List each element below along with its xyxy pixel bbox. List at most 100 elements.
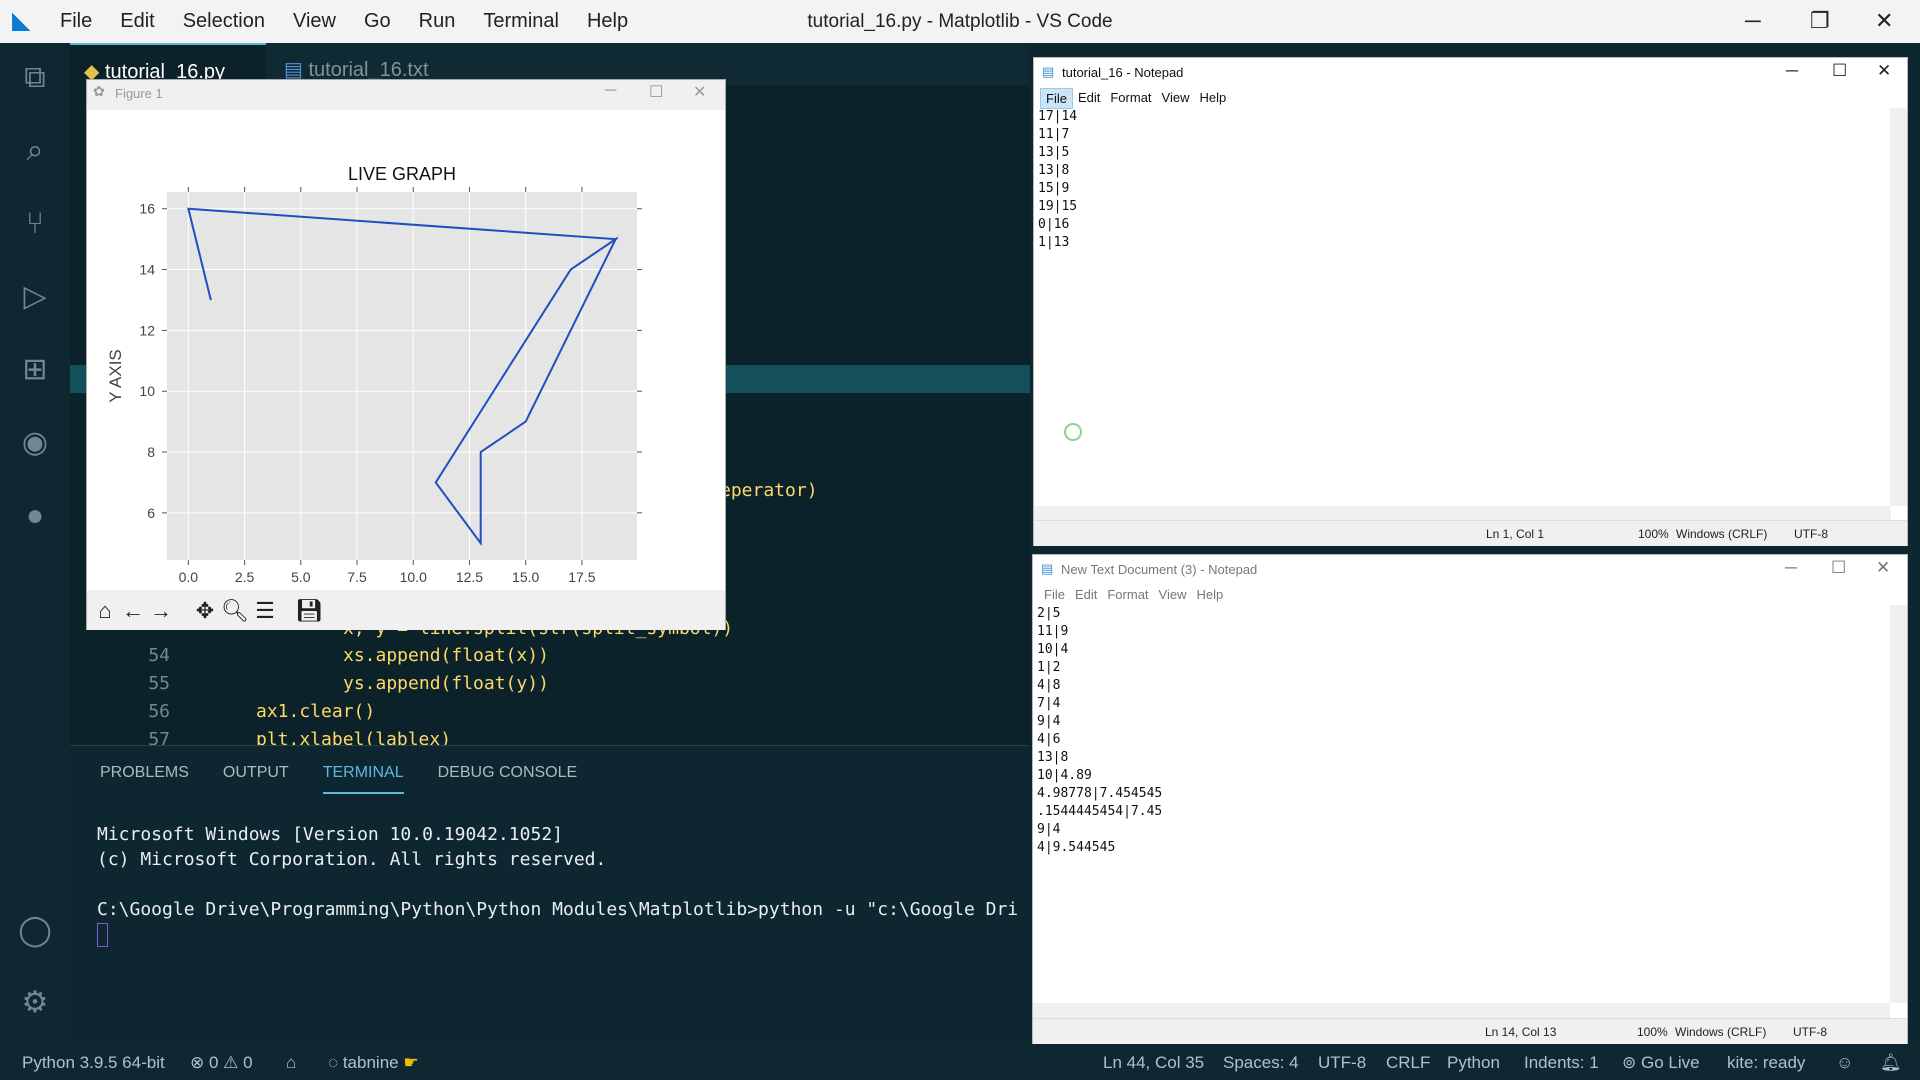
terminal-output[interactable]: Microsoft Windows [Version 10.0.19042.10… xyxy=(97,822,1018,947)
extensions-icon[interactable]: ⊞ xyxy=(17,352,53,388)
home-icon[interactable]: ⌂ xyxy=(286,1053,296,1073)
text-line: 9|4 xyxy=(1037,822,1061,837)
menu-edit[interactable]: Edit xyxy=(1070,585,1102,604)
notepad-title: New Text Document (3) - Notepad xyxy=(1061,562,1258,577)
source-control-icon[interactable]: ⑂ xyxy=(17,206,53,242)
encoding[interactable]: UTF-8 xyxy=(1318,1053,1366,1073)
figure-window: Figure 1 ✿ ─ ☐ ✕ 0.0 2.5 5.0 7.5 10.0 12.5 15.… xyxy=(86,79,726,630)
text-line: 19|15 xyxy=(1038,199,1078,214)
text-line: 13|8 xyxy=(1038,163,1070,178)
home-view-icon[interactable]: ⌂ xyxy=(91,597,119,625)
problems-indicator[interactable]: ⊗ 0 ⚠ 0 xyxy=(190,1053,253,1073)
text-line: 4.98778|7.454545 xyxy=(1037,786,1163,801)
zoom-icon[interactable]: 🔍︎ xyxy=(221,597,249,625)
menu-help[interactable]: Help xyxy=(1191,585,1228,604)
account-icon[interactable]: ◯ xyxy=(17,913,53,949)
text-line: 0|16 xyxy=(1038,217,1070,232)
settings-gear-icon[interactable]: ⚙ xyxy=(17,985,53,1021)
zoom-level: 100% xyxy=(1638,527,1669,541)
terminal-line: Microsoft Windows [Version 10.0.19042.10… xyxy=(97,824,563,845)
pan-icon[interactable]: ✥ xyxy=(191,597,219,625)
menu-edit[interactable]: Edit xyxy=(1073,88,1105,109)
status-bar: Python 3.9.5 64-bit ⊗ 0 ⚠ 0 ⌂ ◌ tabnine … xyxy=(0,1045,1920,1080)
code-fragment: eperator) xyxy=(720,480,818,501)
tab-terminal[interactable]: TERMINAL xyxy=(322,764,404,794)
menu-view[interactable]: View xyxy=(1157,88,1195,109)
text-line: 4|9.544545 xyxy=(1037,840,1116,855)
text-line: 11|9 xyxy=(1037,624,1069,639)
notepad-window-2: ▤ New Text Document (3) - Notepad ─ ☐ ✕ … xyxy=(1032,554,1908,1044)
explorer-icon[interactable]: ⧉ xyxy=(17,60,53,96)
text-line: 1|13 xyxy=(1038,235,1070,250)
vertical-scrollbar[interactable] xyxy=(1890,108,1907,506)
notepad-text-area[interactable]: 17|14 11|7 13|5 13|8 15|9 19|15 0|16 1|13 xyxy=(1038,108,1077,252)
notepad-text-area[interactable]: 2|5 11|9 10|4 1|2 4|8 7|4 9|4 4|6 13|8 10|4.89 4.9… xyxy=(1037,605,1162,857)
back-arrow-icon[interactable]: ← xyxy=(119,597,147,625)
search-icon[interactable]: ⌕ xyxy=(17,133,53,169)
x-tick-label: 15.0 xyxy=(512,569,539,585)
text-file-icon: ▤ xyxy=(284,59,303,81)
notifications-icon[interactable]: 🔔︎ xyxy=(1880,1053,1902,1073)
tab-debug-console[interactable]: DEBUG CONSOLE xyxy=(438,764,578,794)
text-line: 15|9 xyxy=(1038,181,1070,196)
restore-icon[interactable]: ❐ xyxy=(1810,8,1830,34)
save-figure-icon[interactable]: 💾︎ xyxy=(295,597,323,625)
tabnine-status[interactable]: ◌ tabnine ☛ xyxy=(328,1053,419,1073)
vertical-scrollbar[interactable] xyxy=(1890,605,1907,1003)
tab-output[interactable]: OUTPUT xyxy=(223,764,289,794)
minimize-icon[interactable]: ─ xyxy=(1785,558,1797,578)
tab-label: tutorial_16.txt xyxy=(308,59,429,81)
remote-icon[interactable]: ◉ xyxy=(17,425,53,461)
figure-maximize-icon[interactable]: ☐ xyxy=(649,82,663,102)
configure-subplots-icon[interactable]: ☰ xyxy=(251,597,279,625)
y-tick-label: 16 xyxy=(139,201,155,217)
menu-help[interactable]: Help xyxy=(1194,88,1231,109)
figure-toolbar: ⌂ ← → ✥ 🔍︎ ☰ 💾︎ xyxy=(87,590,725,630)
menu-format[interactable]: Format xyxy=(1105,88,1156,109)
figure-close-icon[interactable]: ✕ xyxy=(693,82,706,102)
x-tick-label: 17.5 xyxy=(568,569,595,585)
minimize-icon[interactable]: ─ xyxy=(1745,8,1761,34)
live-graph-chart[interactable]: 0.0 2.5 5.0 7.5 10.0 12.5 15.0 17.5 6 8 10 12 14 16 LI… xyxy=(87,110,725,590)
run-debug-icon[interactable]: ▷ xyxy=(17,279,53,315)
x-tick-label: 12.5 xyxy=(456,569,483,585)
panel-tabs: PROBLEMS OUTPUT TERMINAL DEBUG CONSOLE xyxy=(100,764,577,794)
menu-file[interactable]: File xyxy=(1040,88,1073,109)
indents[interactable]: Indents: 1 xyxy=(1524,1053,1599,1073)
github-icon[interactable]: ● xyxy=(17,498,53,534)
y-tick-label: 8 xyxy=(147,444,155,460)
caret-position: Ln 14, Col 13 xyxy=(1485,1025,1557,1039)
maximize-icon[interactable]: ☐ xyxy=(1831,558,1846,578)
close-icon[interactable]: ✕ xyxy=(1877,61,1891,81)
menu-format[interactable]: Format xyxy=(1102,585,1153,604)
y-tick-label: 6 xyxy=(147,505,155,521)
indentation[interactable]: Spaces: 4 xyxy=(1223,1053,1299,1073)
tab-problems[interactable]: PROBLEMS xyxy=(100,764,189,794)
chart-title: LIVE GRAPH xyxy=(348,164,456,184)
forward-arrow-icon[interactable]: → xyxy=(147,597,175,625)
encoding: UTF-8 xyxy=(1794,527,1828,541)
text-line: 9|4 xyxy=(1037,714,1061,729)
menu-file[interactable]: File xyxy=(1039,585,1070,604)
kite-status[interactable]: kite: ready xyxy=(1727,1053,1805,1073)
minimize-icon[interactable]: ─ xyxy=(1786,61,1798,81)
feedback-icon[interactable]: ☺ xyxy=(1836,1053,1853,1073)
cursor-position[interactable]: Ln 44, Col 35 xyxy=(1103,1053,1204,1073)
eol[interactable]: CRLF xyxy=(1386,1053,1430,1073)
text-line: 7|4 xyxy=(1037,696,1061,711)
notepad-app-icon: ▤ xyxy=(1042,64,1055,79)
maximize-icon[interactable]: ☐ xyxy=(1832,61,1847,81)
close-icon[interactable]: ✕ xyxy=(1876,558,1890,578)
menu-view[interactable]: View xyxy=(1154,585,1192,604)
notepad-status-bar: Ln 14, Col 13 100% Windows (CRLF) UTF-8 xyxy=(1033,1018,1907,1044)
python-interpreter[interactable]: Python 3.9.5 64-bit xyxy=(22,1053,165,1073)
language-mode[interactable]: Python xyxy=(1447,1053,1500,1073)
text-line: 10|4.89 xyxy=(1037,768,1092,783)
x-tick-label: 5.0 xyxy=(291,569,311,585)
text-line: 10|4 xyxy=(1037,642,1069,657)
mouse-cursor-icon xyxy=(1064,423,1082,441)
go-live[interactable]: ⊚ Go Live xyxy=(1622,1053,1700,1073)
close-icon[interactable]: ✕ xyxy=(1875,8,1893,34)
figure-minimize-icon[interactable]: ─ xyxy=(605,82,616,100)
